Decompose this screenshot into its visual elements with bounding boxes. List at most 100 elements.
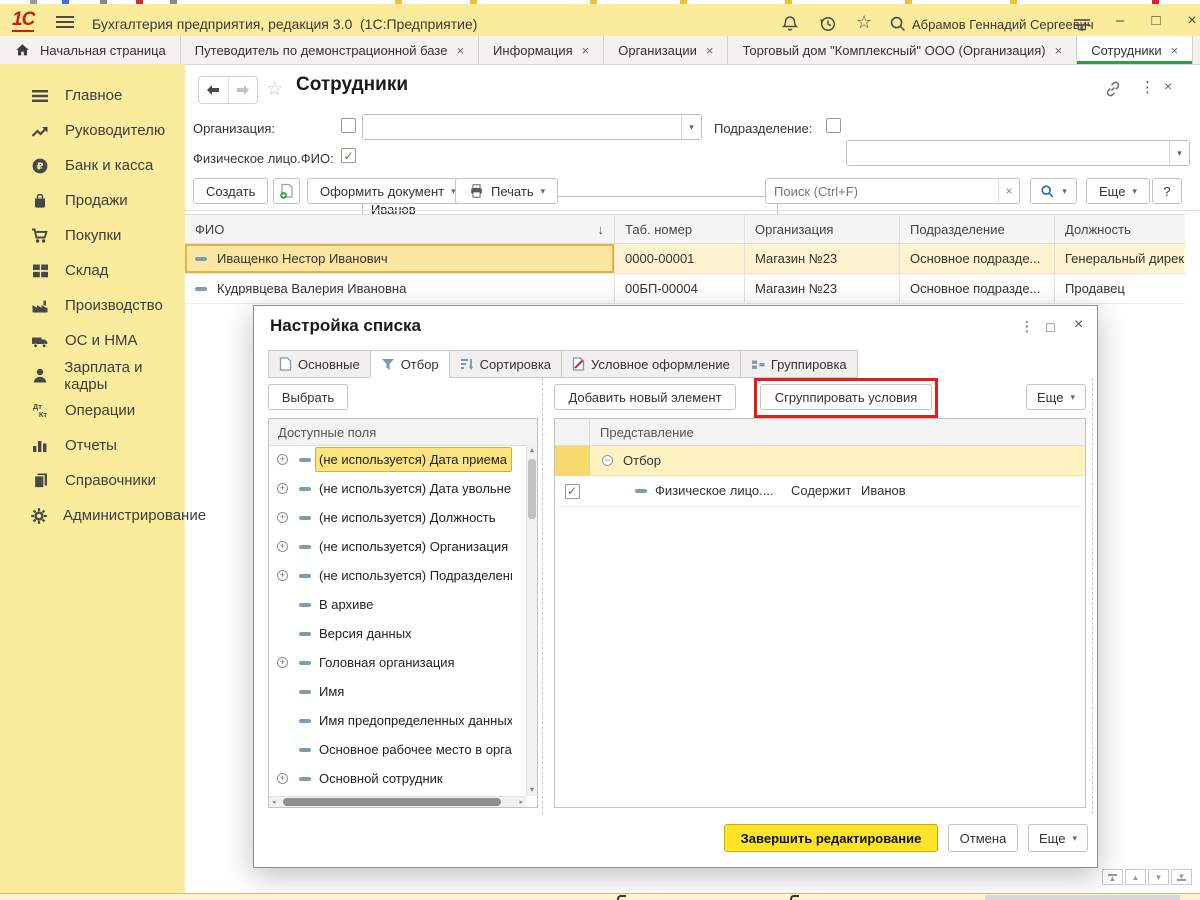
window-close-button[interactable]: × <box>1180 12 1200 30</box>
fields-vertical-scrollbar[interactable]: ▲ ▼ <box>526 445 537 796</box>
dept-filter-combobox[interactable]: ▾ <box>846 140 1190 166</box>
user-name[interactable]: Абрамов Геннадий Сергеевич <box>912 17 1094 32</box>
tab-close-icon[interactable]: × <box>1171 43 1179 58</box>
window-maximize-button[interactable]: □ <box>1144 12 1168 29</box>
select-field-button[interactable]: Выбрать <box>268 384 348 410</box>
create-button[interactable]: Создать <box>193 178 268 204</box>
dialog-close-icon[interactable]: × <box>1074 316 1083 334</box>
sidebar-item-sales[interactable]: Продажи <box>0 183 185 218</box>
field-item[interactable]: Имя предопределенных данных <box>269 706 526 735</box>
field-item[interactable]: +(не используется) Должность <box>269 503 526 532</box>
tab-close-icon[interactable]: × <box>456 43 464 58</box>
create-group-icon-button[interactable] <box>273 178 300 204</box>
search-input[interactable] <box>766 179 998 203</box>
get-link-icon[interactable] <box>1104 80 1122 98</box>
chevron-down-icon[interactable]: ▾ <box>681 115 701 139</box>
global-search-icon[interactable] <box>888 14 908 34</box>
tab-close-icon[interactable]: × <box>706 43 714 58</box>
dialog-more-icon[interactable]: ⋮ <box>1020 318 1034 335</box>
scroll-last-button[interactable]: ▼ <box>1171 869 1192 885</box>
column-header-tabnum[interactable]: Таб. номер <box>615 215 745 243</box>
tab-close-icon[interactable]: × <box>1055 43 1063 58</box>
forward-button[interactable] <box>228 77 258 103</box>
field-item[interactable]: Основное рабочее место в орган <box>269 735 526 764</box>
tab-main[interactable]: Основные <box>268 350 371 378</box>
condition-enabled-checkbox[interactable]: ✓ <box>565 484 580 499</box>
list-more-button[interactable]: Еще▾ <box>1086 178 1150 204</box>
sidebar-item-main[interactable]: Главное <box>0 78 185 113</box>
org-filter-combobox[interactable]: ▾ <box>362 114 702 140</box>
notifications-bell-icon[interactable] <box>780 14 800 34</box>
dialog-maximize-icon[interactable]: □ <box>1046 319 1054 335</box>
scrollbar-thumb[interactable] <box>528 459 536 519</box>
field-item[interactable]: В архиве <box>269 590 526 619</box>
sidebar-item-operations[interactable]: ДтКт Операции <box>0 393 185 428</box>
page-favorite-star-icon[interactable]: ☆ <box>266 78 283 101</box>
field-item[interactable]: +(не используется) Дата приема <box>269 445 526 474</box>
main-menu-icon[interactable] <box>56 16 74 28</box>
tab-information[interactable]: Информация × <box>479 36 604 64</box>
make-document-button[interactable]: Оформить документ▾ <box>307 178 469 204</box>
favorites-star-icon[interactable]: ☆ <box>856 12 876 32</box>
expand-icon[interactable]: + <box>277 541 288 552</box>
pane-splitter[interactable] <box>1092 378 1093 814</box>
org-filter-checkbox[interactable] <box>341 118 356 133</box>
tab-trade-house[interactable]: Торговый дом "Комплексный" ООО (Организа… <box>728 36 1077 64</box>
expand-icon[interactable]: + <box>277 570 288 581</box>
dept-filter-checkbox[interactable] <box>826 118 841 133</box>
page-more-icon[interactable]: ⋮ <box>1140 78 1155 96</box>
field-item[interactable]: +Основной сотрудник <box>269 764 526 793</box>
window-minimize-button[interactable]: – <box>1108 12 1132 29</box>
cancel-button[interactable]: Отмена <box>948 824 1018 852</box>
filter-group-row[interactable]: − Отбор <box>555 446 1085 476</box>
collapse-icon[interactable]: − <box>602 455 613 466</box>
scroll-next-button[interactable]: ▼ <box>1148 869 1169 885</box>
tab-guide[interactable]: Путеводитель по демонстрационной базе × <box>181 36 479 64</box>
service-options-icon[interactable] <box>1072 16 1092 32</box>
tab-filter[interactable]: Отбор <box>370 350 450 378</box>
field-item[interactable]: +(не используется) Организация <box>269 532 526 561</box>
scroll-prev-button[interactable]: ▲ <box>1125 869 1146 885</box>
tab-grouping[interactable]: Группировка <box>740 350 858 378</box>
expand-icon[interactable]: + <box>277 512 288 523</box>
field-item[interactable]: +(не используется) Дата увольнен <box>269 474 526 503</box>
field-item[interactable]: +(не используется) Подразделени <box>269 561 526 590</box>
tab-conditional-appearance[interactable]: Условное оформление <box>561 350 741 378</box>
filter-condition-row[interactable]: ✓ Физическое лицо.... Содержит Иванов <box>555 476 1085 507</box>
tab-home[interactable]: Начальная страница <box>0 36 181 64</box>
fio-filter-checkbox[interactable]: ✓ <box>341 148 356 163</box>
sidebar-item-directories[interactable]: Справочники <box>0 463 185 498</box>
table-row[interactable]: Иващенко Нестор Иванович 0000-00001 Мага… <box>185 244 1185 274</box>
help-button[interactable]: ? <box>1152 178 1182 204</box>
fields-horizontal-scrollbar[interactable]: ◂ ▸ <box>269 796 526 807</box>
back-button[interactable] <box>199 77 228 103</box>
expand-icon[interactable]: + <box>277 773 288 784</box>
field-item[interactable]: +Головная организация <box>269 648 526 677</box>
table-row[interactable]: Кудрявцева Валерия Ивановна 00БП-00004 М… <box>185 274 1185 304</box>
sidebar-item-warehouse[interactable]: Склад <box>0 253 185 288</box>
column-header-position[interactable]: Должность <box>1055 215 1185 243</box>
sidebar-item-bank-cash[interactable]: ₽ Банк и касса <box>0 148 185 183</box>
expand-icon[interactable]: + <box>277 483 288 494</box>
column-header-org[interactable]: Организация <box>745 215 900 243</box>
tab-employees[interactable]: Сотрудники × <box>1077 36 1193 64</box>
sidebar-item-purchases[interactable]: Покупки <box>0 218 185 253</box>
page-close-icon[interactable]: × <box>1164 78 1172 94</box>
column-header-dept[interactable]: Подразделение <box>900 215 1055 243</box>
sidebar-item-production[interactable]: Производство <box>0 288 185 323</box>
print-button[interactable]: Печать▾ <box>455 178 558 204</box>
sidebar-item-manager[interactable]: Руководителю <box>0 113 185 148</box>
sidebar-item-fixed-assets[interactable]: ОС и НМА <box>0 323 185 358</box>
sidebar-item-administration[interactable]: Администрирование <box>0 498 185 533</box>
tab-sorting[interactable]: Сортировка <box>449 350 562 378</box>
tab-close-icon[interactable]: × <box>582 43 590 58</box>
sidebar-item-reports[interactable]: Отчеты <box>0 428 185 463</box>
field-item[interactable]: Имя <box>269 677 526 706</box>
add-new-element-button[interactable]: Добавить новый элемент <box>554 384 736 410</box>
pane-splitter[interactable] <box>542 378 543 814</box>
scroll-first-button[interactable]: ▲ <box>1102 869 1123 885</box>
scrollbar-thumb[interactable] <box>283 798 501 806</box>
history-icon[interactable] <box>818 14 838 34</box>
expand-icon[interactable]: + <box>277 454 288 465</box>
chevron-down-icon[interactable]: ▾ <box>1169 141 1189 165</box>
